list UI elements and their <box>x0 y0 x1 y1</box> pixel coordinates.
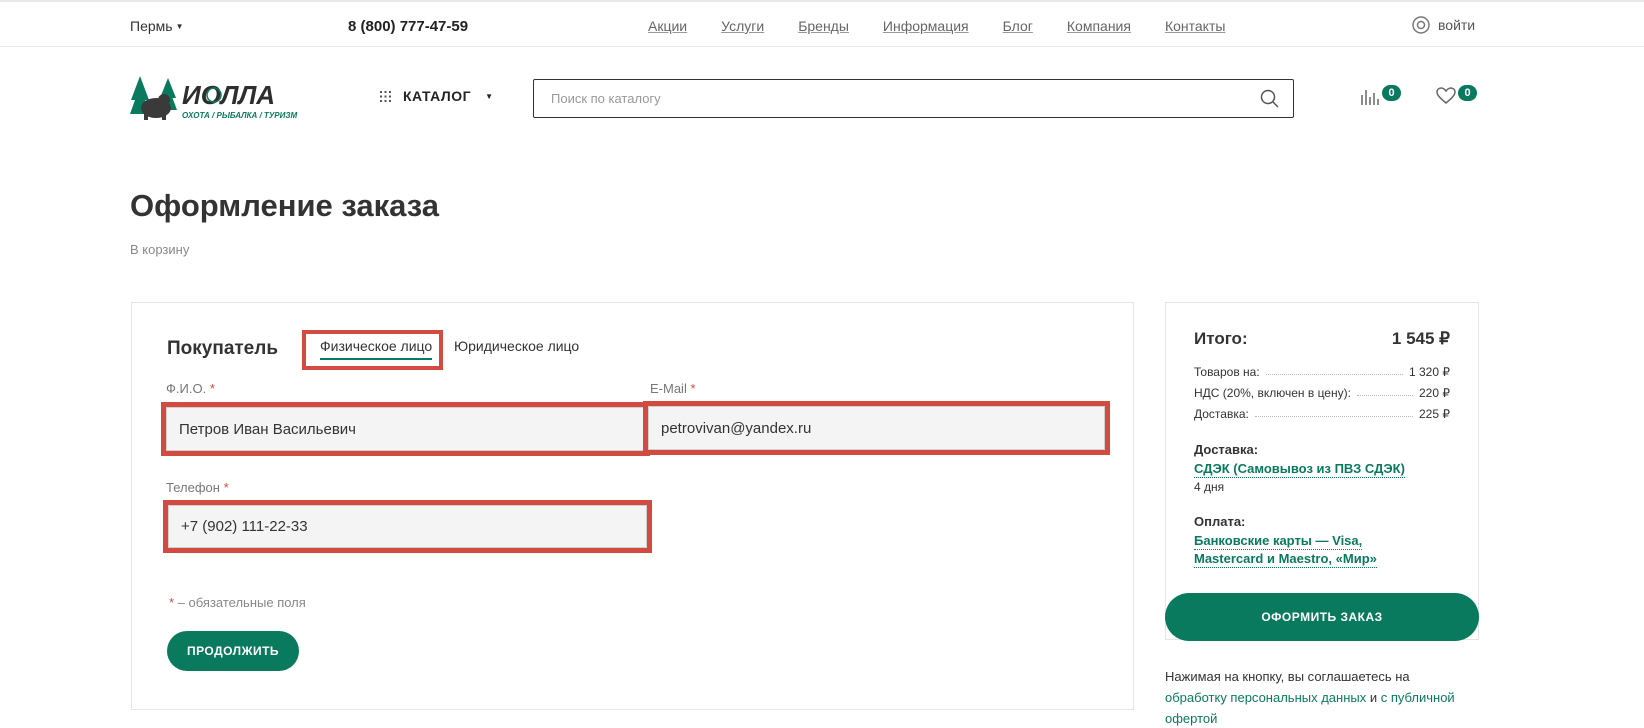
login-link[interactable]: войти <box>1412 16 1475 34</box>
name-input[interactable] <box>166 407 645 451</box>
phone-label-text: Телефон <box>166 480 220 495</box>
summary-row: НДС (20%, включен в цену): 220 ₽ <box>1194 386 1450 400</box>
summary-row-label: НДС (20%, включен в цену): <box>1194 386 1351 400</box>
name-label-text: Ф.И.О. <box>166 381 207 396</box>
caret-down-icon: ▼ <box>175 22 184 31</box>
tab-legal-entity[interactable]: Юридическое лицо <box>454 338 579 354</box>
required-mark: * <box>169 595 175 610</box>
nav-link-brands[interactable]: Бренды <box>798 18 849 34</box>
summary-row-value: 220 ₽ <box>1419 386 1450 400</box>
dotted-leader <box>1356 386 1413 396</box>
nav-link-info[interactable]: Информация <box>883 18 969 34</box>
name-field-label: Ф.И.О. * <box>166 381 215 396</box>
catalog-menu-button[interactable]: КАТАЛОГ ▼ <box>380 88 493 104</box>
page-title: Оформление заказа <box>130 188 440 223</box>
compare-button[interactable]: 0 <box>1360 85 1401 110</box>
required-note-text: – обязательные поля <box>177 595 306 610</box>
user-icon <box>1412 16 1430 34</box>
summary-row-label: Доставка: <box>1194 407 1249 421</box>
delivery-method-link[interactable]: СДЭК (Самовывоз из ПВЗ СДЭК) <box>1194 460 1405 478</box>
heart-icon <box>1436 87 1456 104</box>
name-field <box>161 402 650 456</box>
summary-row: Товаров на: 1 320 ₽ <box>1194 365 1450 379</box>
nav-link-services[interactable]: Услуги <box>721 18 764 34</box>
favorites-button[interactable]: 0 <box>1436 85 1477 110</box>
personal-data-link[interactable]: обработку персональных данных <box>1165 690 1366 705</box>
email-field <box>643 401 1110 455</box>
agreement-intro: Нажимая на кнопку, вы соглашаетесь на <box>1165 669 1410 684</box>
nav-link-promotions[interactable]: Акции <box>648 18 687 34</box>
public-offer-link-cont[interactable]: офертой <box>1165 711 1217 726</box>
logo-tagline: ОХОТА / РЫБАЛКА / ТУРИЗМ <box>182 111 297 120</box>
top-bar: Пермь ▼ 8 (800) 777-47-59 Акции Услуги Бр… <box>0 0 1644 47</box>
delivery-time: 4 дня <box>1194 480 1225 494</box>
agreement-text: Нажимая на кнопку, вы соглашаетесь на об… <box>1165 666 1485 728</box>
summary-row: Доставка: 225 ₽ <box>1194 407 1450 421</box>
buyer-section-title: Покупатель <box>167 338 279 359</box>
compare-chart-icon <box>1361 90 1379 105</box>
summary-row-value: 225 ₽ <box>1419 407 1450 421</box>
email-label-text: E-Mail <box>650 381 687 396</box>
nav-link-blog[interactable]: Блог <box>1003 18 1033 34</box>
nav-link-contacts[interactable]: Контакты <box>1165 18 1225 34</box>
email-field-label: E-Mail * <box>650 381 696 396</box>
continue-button[interactable]: ПРОДОЛЖИТЬ <box>167 631 299 671</box>
summary-row-value: 1 320 ₽ <box>1409 365 1450 379</box>
dotted-leader <box>1265 365 1403 375</box>
search-box <box>533 79 1294 118</box>
public-offer-link[interactable]: с публичной <box>1381 690 1455 705</box>
compare-count-badge: 0 <box>1382 85 1401 101</box>
required-mark: * <box>209 381 215 396</box>
total-value: 1 545 ₽ <box>1391 329 1450 348</box>
tab-individual[interactable]: Физическое лицо <box>320 338 433 360</box>
back-to-cart-link[interactable]: В корзину <box>130 242 189 257</box>
phone-input[interactable] <box>168 505 647 548</box>
nav-link-company[interactable]: Компания <box>1067 18 1131 34</box>
catalog-label: КАТАЛОГ <box>403 88 472 104</box>
city-label: Пермь <box>130 18 173 34</box>
login-label: войти <box>1438 17 1476 33</box>
top-nav: Акции Услуги Бренды Информация Блог Комп… <box>648 18 1259 34</box>
required-fields-note: * – обязательные поля <box>169 595 306 610</box>
agreement-and: и <box>1366 690 1381 705</box>
favorites-count-badge: 0 <box>1458 85 1477 101</box>
search-icon[interactable] <box>1260 89 1279 108</box>
city-selector[interactable]: Пермь ▼ <box>130 18 183 34</box>
site-logo[interactable]: ИОЛЛА ОХОТА / РЫБАЛКА / ТУРИЗМ <box>130 74 323 122</box>
place-order-button[interactable]: ОФОРМИТЬ ЗАКАЗ <box>1165 593 1479 641</box>
dotted-leader <box>1254 407 1413 417</box>
required-mark: * <box>223 480 229 495</box>
grid-icon <box>380 90 391 102</box>
required-mark: * <box>690 381 696 396</box>
caret-down-icon: ▼ <box>485 91 494 101</box>
tab-individual-highlight: Физическое лицо <box>302 330 443 370</box>
payment-method-link-line1[interactable]: Банковские карты — Visa, <box>1194 532 1363 550</box>
payment-label: Оплата: <box>1194 514 1246 529</box>
search-input[interactable] <box>534 80 1234 117</box>
payment-method-link-line2[interactable]: Mastercard и Maestro, «Мир» <box>1194 550 1377 568</box>
summary-row-label: Товаров на: <box>1194 365 1260 379</box>
order-summary-panel: Итого: 1 545 ₽ Товаров на: 1 320 ₽ НДС (… <box>1165 302 1479 640</box>
phone-field-label: Телефон * <box>166 480 229 495</box>
total-label: Итого: <box>1194 329 1248 348</box>
delivery-label: Доставка: <box>1194 442 1259 457</box>
logo-name: ИОЛЛА <box>182 80 275 110</box>
buyer-form-panel: Покупатель Физическое лицо Юридическое л… <box>131 302 1134 710</box>
email-input[interactable] <box>648 406 1105 450</box>
phone-field <box>163 500 652 553</box>
phone-number[interactable]: 8 (800) 777-47-59 <box>348 18 468 35</box>
total-row: Итого: 1 545 ₽ <box>1194 329 1450 349</box>
